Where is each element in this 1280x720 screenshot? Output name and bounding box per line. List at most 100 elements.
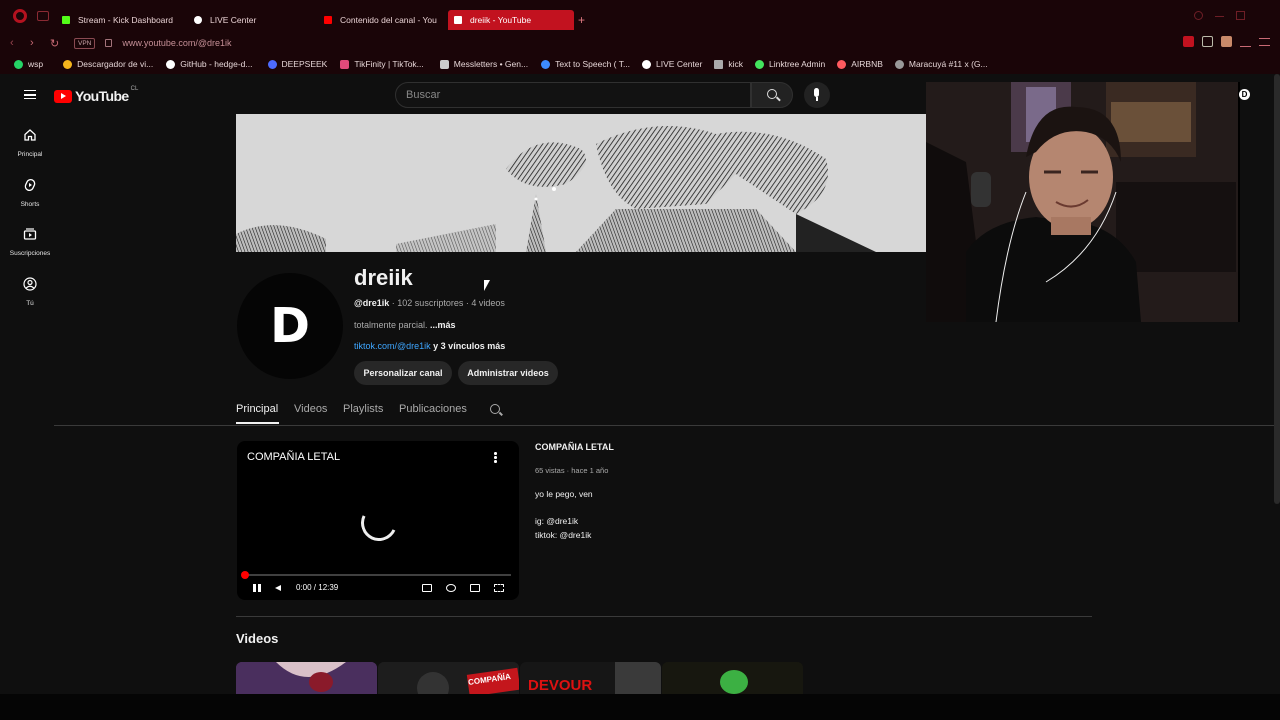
page-icon	[714, 59, 724, 69]
channel-meta: @dre1ik · 102 suscriptores · 4 videos	[354, 298, 505, 308]
channel-search-icon[interactable]	[490, 404, 500, 414]
scrubber-handle[interactable]	[241, 571, 249, 579]
youtube-play-icon	[54, 89, 72, 103]
guide-item-subscriptions[interactable]: Suscripciones	[0, 227, 60, 257]
settings-icon[interactable]	[446, 584, 456, 592]
player-title[interactable]: COMPAÑIA LETAL	[247, 451, 340, 463]
bookmark-messletters[interactable]: Messletters • Gen...	[439, 59, 528, 69]
search-input[interactable]	[396, 83, 750, 107]
bookmark-descargador[interactable]: Descargador de vi...	[63, 59, 153, 69]
forward-icon[interactable]: ›	[30, 37, 40, 49]
back-icon[interactable]: ‹	[10, 37, 20, 49]
description-text: totalmente parcial.	[354, 320, 431, 330]
search-tabs-icon[interactable]	[1194, 11, 1203, 20]
loading-spinner-icon	[355, 499, 403, 547]
featured-video-player[interactable]: COMPAÑIA LETAL 0:00 / 12:39	[237, 441, 519, 600]
tab-title: Stream - Kick Dashboard	[78, 15, 173, 25]
kick-icon	[62, 16, 70, 24]
bookmark-live-center[interactable]: LIVE Center	[642, 59, 702, 69]
page-scrollbar[interactable]	[1274, 74, 1280, 504]
time-display: 0:00 / 12:39	[296, 583, 339, 592]
reload-icon[interactable]: ↻	[50, 37, 60, 50]
bookmark-kick[interactable]: kick	[714, 59, 743, 69]
browser-logo-icon[interactable]	[13, 9, 27, 23]
bookmark-github[interactable]: GitHub - hedge-d...	[166, 59, 253, 69]
guide-item-home[interactable]: Principal	[0, 128, 60, 158]
home-icon	[24, 129, 36, 141]
bookmark-wsp[interactable]: wsp	[14, 59, 43, 69]
browser-tab-channel-content[interactable]: Contenido del canal - You	[318, 10, 442, 30]
vpn-badge[interactable]: VPN	[74, 37, 96, 49]
tab-title: LIVE Center	[210, 15, 257, 25]
thumbnail-image	[662, 662, 803, 694]
overlay-logo-icon: D	[1239, 89, 1250, 100]
featured-video-title[interactable]: COMPAÑIA LETAL	[535, 442, 614, 452]
tab-title: dreiik - YouTube	[470, 15, 532, 25]
videos-section-title[interactable]: Videos	[236, 631, 278, 646]
manage-videos-button[interactable]: Administrar videos	[458, 361, 558, 385]
bookmark-linktree[interactable]: Linktree Admin	[755, 59, 825, 69]
tiktok-link[interactable]: tiktok.com/@dre1ik	[354, 341, 431, 351]
tab-menu-icon[interactable]	[37, 11, 49, 21]
search-button[interactable]	[751, 82, 793, 108]
browser-tab-kick[interactable]: Stream - Kick Dashboard	[56, 10, 182, 30]
browser-tab-youtube-active[interactable]: dreiik - YouTube	[448, 10, 574, 30]
youtube-logo[interactable]: YouTube CL	[54, 86, 138, 104]
fullscreen-icon[interactable]	[494, 584, 504, 592]
video-thumbnail[interactable]	[662, 662, 803, 694]
cast-icon[interactable]	[470, 584, 480, 592]
guide-item-shorts[interactable]: Shorts	[0, 178, 60, 208]
youtube-studio-icon	[324, 16, 332, 24]
channel-banner	[236, 114, 926, 252]
maximize-button[interactable]	[1236, 11, 1245, 20]
tab-title: Contenido del canal - You	[340, 15, 437, 25]
volume-icon[interactable]	[275, 582, 285, 594]
messletters-icon	[439, 59, 449, 69]
menu-icon[interactable]	[24, 90, 36, 99]
more-links[interactable]: y 3 vínculos más	[431, 341, 505, 351]
progress-bar[interactable]	[245, 574, 511, 576]
bookmark-tts[interactable]: Text to Speech ( T...	[541, 59, 630, 69]
camera-icon[interactable]	[1183, 36, 1194, 47]
video-thumbnail[interactable]	[236, 662, 377, 694]
guide-item-you[interactable]: Tú	[0, 277, 60, 307]
profile-avatar[interactable]	[1221, 36, 1232, 47]
bookmark-airbnb[interactable]: AIRBNB	[837, 59, 883, 69]
browser-tab-live-center[interactable]: LIVE Center	[188, 10, 314, 30]
webcam-overlay	[926, 82, 1240, 322]
pause-icon[interactable]	[253, 582, 261, 594]
channel-description[interactable]: totalmente parcial. ...más	[354, 320, 456, 330]
url-field[interactable]: www.youtube.com/@dre1ik	[122, 38, 231, 48]
video-thumbnail[interactable]: COMPAÑÍA	[378, 662, 519, 694]
channel-avatar[interactable]: D	[237, 273, 343, 379]
search-box	[395, 82, 751, 108]
lock-icon[interactable]	[105, 39, 113, 47]
channel-stats: · 102 suscriptores · 4 videos	[389, 298, 505, 308]
featured-video-description: yo le pego, ven ig: @dre1ik tiktok: @dre…	[535, 489, 593, 540]
tab-publicaciones[interactable]: Publicaciones	[399, 403, 467, 415]
tab-videos[interactable]: Videos	[294, 403, 327, 415]
subtitles-icon[interactable]	[422, 584, 432, 592]
extensions-icon[interactable]	[1202, 36, 1213, 47]
tts-icon	[541, 59, 551, 69]
more-vert-icon[interactable]	[494, 452, 497, 463]
subscriptions-icon	[23, 228, 37, 240]
voice-search-button[interactable]	[804, 82, 830, 108]
thumbnail-image	[236, 662, 377, 694]
diamond-icon	[63, 59, 73, 69]
bookmark-maracuya[interactable]: Maracuyá #11 x (G...	[894, 59, 988, 69]
new-tab-button[interactable]: +	[578, 13, 585, 27]
tab-playlists[interactable]: Playlists	[343, 403, 383, 415]
address-bar: ‹ › ↻ VPN www.youtube.com/@dre1ik	[0, 32, 1280, 54]
tab-principal[interactable]: Principal	[236, 403, 278, 415]
description-more[interactable]: ...más	[430, 320, 456, 330]
banner-artwork	[236, 114, 926, 252]
bookmark-deepseek[interactable]: DEEPSEEK	[267, 59, 327, 69]
minimize-button[interactable]	[1215, 16, 1224, 17]
downloads-icon[interactable]	[1240, 36, 1251, 47]
menu-icon[interactable]	[1259, 37, 1270, 46]
bookmark-tikfinity[interactable]: TikFinity | TikTok...	[340, 59, 424, 69]
customize-channel-button[interactable]: Personalizar canal	[354, 361, 452, 385]
video-thumbnail[interactable]: DEVOUR	[520, 662, 661, 694]
close-button[interactable]	[1257, 11, 1266, 20]
